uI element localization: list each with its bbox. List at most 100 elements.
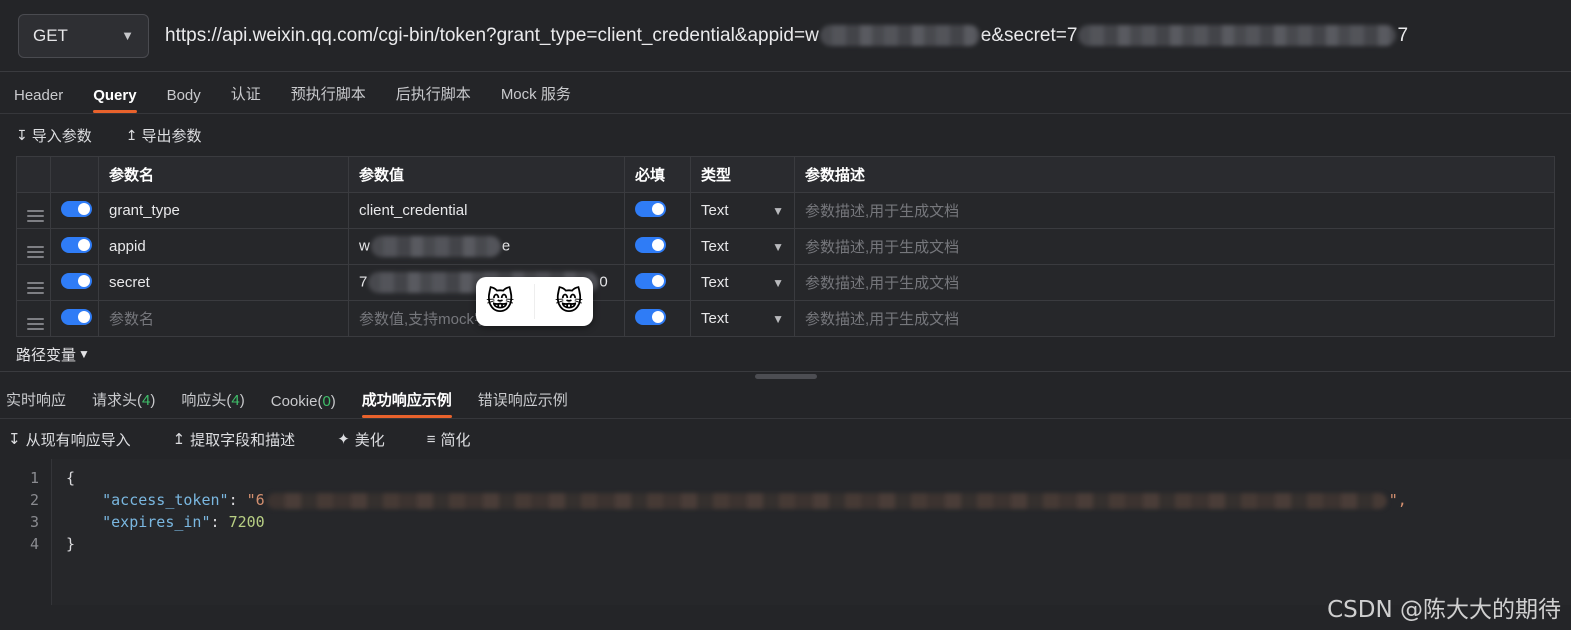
- param-desc-input[interactable]: 参数描述,用于生成文档: [794, 192, 1555, 229]
- tab-query[interactable]: Query: [93, 87, 137, 113]
- drag-handle-icon[interactable]: [27, 318, 44, 330]
- tab-success-example[interactable]: 成功响应示例: [361, 389, 452, 418]
- param-value-input[interactable]: client_credential: [348, 192, 625, 229]
- row-drag-cell[interactable]: [16, 192, 51, 229]
- param-type-select[interactable]: Text ▼: [690, 192, 795, 229]
- param-value-input[interactable]: we: [348, 228, 625, 265]
- chevron-down-icon: ▼: [772, 311, 784, 326]
- url-redacted-secret: [1078, 25, 1397, 46]
- http-method-select[interactable]: GET ▼: [18, 13, 149, 58]
- emoji-sticker-panel[interactable]: 😸 😸: [476, 277, 593, 326]
- import-params-button[interactable]: ↧ 导入参数: [16, 125, 92, 146]
- row-enable-cell[interactable]: [50, 264, 99, 301]
- minify-button[interactable]: ≡ 简化: [427, 429, 471, 450]
- param-desc-input[interactable]: 参数描述,用于生成文档: [794, 264, 1555, 301]
- url-prefix-text: https://api.weixin.qq.com/cgi-bin/token?…: [165, 24, 819, 46]
- param-type-select[interactable]: Text ▼: [690, 300, 795, 337]
- row-enable-cell[interactable]: [50, 192, 99, 229]
- param-name-input[interactable]: secret: [98, 264, 349, 301]
- row-required-cell[interactable]: [624, 300, 691, 337]
- sparkle-icon: ✦: [337, 431, 350, 448]
- param-desc-input[interactable]: 参数描述,用于生成文档: [794, 228, 1555, 265]
- chevron-down-icon: ▼: [78, 347, 90, 361]
- param-type-select[interactable]: Text ▼: [690, 264, 795, 301]
- code-open-brace: {: [66, 469, 76, 487]
- response-code-editor[interactable]: 1 2 3 4 { "access_token": "6 ", "expires_…: [0, 459, 1571, 605]
- tab-pre-script[interactable]: 预执行脚本: [291, 83, 366, 113]
- row-required-cell[interactable]: [624, 264, 691, 301]
- enable-toggle[interactable]: [61, 236, 92, 253]
- code-value-redacted: [266, 492, 1387, 509]
- tab-body[interactable]: Body: [167, 87, 201, 113]
- row-enable-cell[interactable]: [50, 228, 99, 265]
- request-url-bar: GET ▼ https://api.weixin.qq.com/cgi-bin/…: [0, 0, 1571, 72]
- code-value-suffix: ",: [1388, 491, 1407, 509]
- beautify-button[interactable]: ✦ 美化: [337, 429, 385, 450]
- line-number: 4: [29, 535, 39, 553]
- tab-error-example[interactable]: 错误响应示例: [478, 389, 568, 418]
- params-table: 参数名 参数值 必填 类型 参数描述 grant_type client_cre…: [16, 156, 1555, 337]
- param-name-input[interactable]: grant_type: [98, 192, 349, 229]
- row-drag-cell[interactable]: [16, 228, 51, 265]
- tab-response-headers[interactable]: 响应头(4): [181, 389, 244, 418]
- request-url-input[interactable]: https://api.weixin.qq.com/cgi-bin/token?…: [165, 14, 1553, 58]
- url-mid-text: e&secret=7: [980, 24, 1078, 46]
- tab-header[interactable]: Header: [14, 87, 63, 113]
- splitter-grip[interactable]: [754, 374, 817, 379]
- tab-realtime-response[interactable]: 实时响应: [6, 389, 66, 418]
- required-toggle[interactable]: [635, 236, 666, 253]
- row-required-cell[interactable]: [624, 228, 691, 265]
- tab-mock-service[interactable]: Mock 服务: [501, 83, 571, 113]
- cat-face-emoji-icon[interactable]: 😸: [555, 288, 583, 315]
- tab-cookie-count: 0: [322, 393, 331, 410]
- code-value-expires-in: 7200: [228, 513, 265, 531]
- enable-toggle[interactable]: [61, 200, 92, 217]
- export-params-label: 导出参数: [141, 127, 202, 145]
- enable-toggle[interactable]: [61, 308, 92, 325]
- drag-handle-icon[interactable]: [27, 210, 44, 222]
- tab-cookie-label: Cookie: [270, 393, 318, 410]
- path-variables-label: 路径变量: [16, 346, 77, 364]
- drag-handle-icon[interactable]: [27, 246, 44, 258]
- extract-fields-label: 提取字段和描述: [190, 431, 296, 449]
- chevron-down-icon: ▼: [772, 275, 784, 290]
- param-name-input[interactable]: appid: [98, 228, 349, 265]
- th-param-value: 参数值: [348, 156, 625, 193]
- minify-label: 简化: [440, 431, 471, 449]
- row-drag-cell[interactable]: [16, 264, 51, 301]
- export-params-button[interactable]: ↥ 导出参数: [126, 125, 202, 146]
- row-required-cell[interactable]: [624, 192, 691, 229]
- extract-fields-button[interactable]: ↥ 提取字段和描述: [173, 429, 296, 450]
- th-type: 类型: [690, 156, 795, 193]
- path-variables-section[interactable]: 路径变量 ▼: [0, 337, 1571, 371]
- code-content[interactable]: { "access_token": "6 ", "expires_in": 720…: [52, 459, 1571, 605]
- th-handle: [16, 156, 51, 193]
- param-type-select[interactable]: Text ▼: [690, 228, 795, 265]
- tab-response-headers-label: 响应头: [181, 392, 227, 409]
- panel-splitter: [0, 371, 1571, 381]
- tab-auth[interactable]: 认证: [231, 83, 261, 113]
- required-toggle[interactable]: [635, 200, 666, 217]
- import-from-response-button[interactable]: ↧ 从现有响应导入: [8, 429, 131, 450]
- row-enable-cell[interactable]: [50, 300, 99, 337]
- sticker-divider: [533, 284, 535, 319]
- cat-face-emoji-icon[interactable]: 😸: [486, 288, 514, 315]
- code-value-prefix: "6: [246, 491, 265, 509]
- th-description: 参数描述: [794, 156, 1555, 193]
- drag-handle-icon[interactable]: [27, 282, 44, 294]
- row-drag-cell[interactable]: [16, 300, 51, 337]
- param-name-input[interactable]: 参数名: [98, 300, 349, 337]
- required-toggle[interactable]: [635, 308, 666, 325]
- tab-post-script[interactable]: 后执行脚本: [396, 83, 471, 113]
- tab-cookie[interactable]: Cookie(0): [271, 393, 336, 418]
- upload-icon: ↥: [125, 126, 138, 143]
- tab-response-headers-count: 4: [231, 392, 240, 409]
- param-value-suffix: 0: [599, 273, 608, 291]
- code-line-2: "access_token": "6 ",: [66, 489, 1571, 511]
- tab-request-headers[interactable]: 请求头(4): [92, 389, 155, 418]
- param-desc-input[interactable]: 参数描述,用于生成文档: [794, 300, 1555, 337]
- beautify-label: 美化: [354, 431, 385, 449]
- enable-toggle[interactable]: [61, 272, 92, 289]
- required-toggle[interactable]: [635, 272, 666, 289]
- code-key-expires-in: "expires_in": [102, 513, 211, 531]
